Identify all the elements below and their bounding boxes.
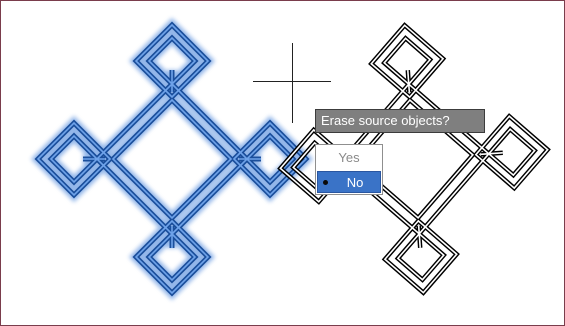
bullet-icon [323,180,328,185]
command-prompt-tooltip: Erase source objects? [315,109,485,133]
prompt-text: Erase source objects? [321,113,450,128]
option-no-label: No [346,175,364,190]
source-object[interactable] [38,25,306,293]
drawing-viewport[interactable]: Erase source objects? Yes No [0,0,565,326]
drawing-canvas[interactable] [1,1,565,326]
option-yes-label: Yes [338,150,360,165]
option-no[interactable]: No [317,171,381,193]
copied-object[interactable] [271,16,557,302]
option-menu: Yes No [315,144,383,195]
option-yes[interactable]: Yes [317,147,381,169]
